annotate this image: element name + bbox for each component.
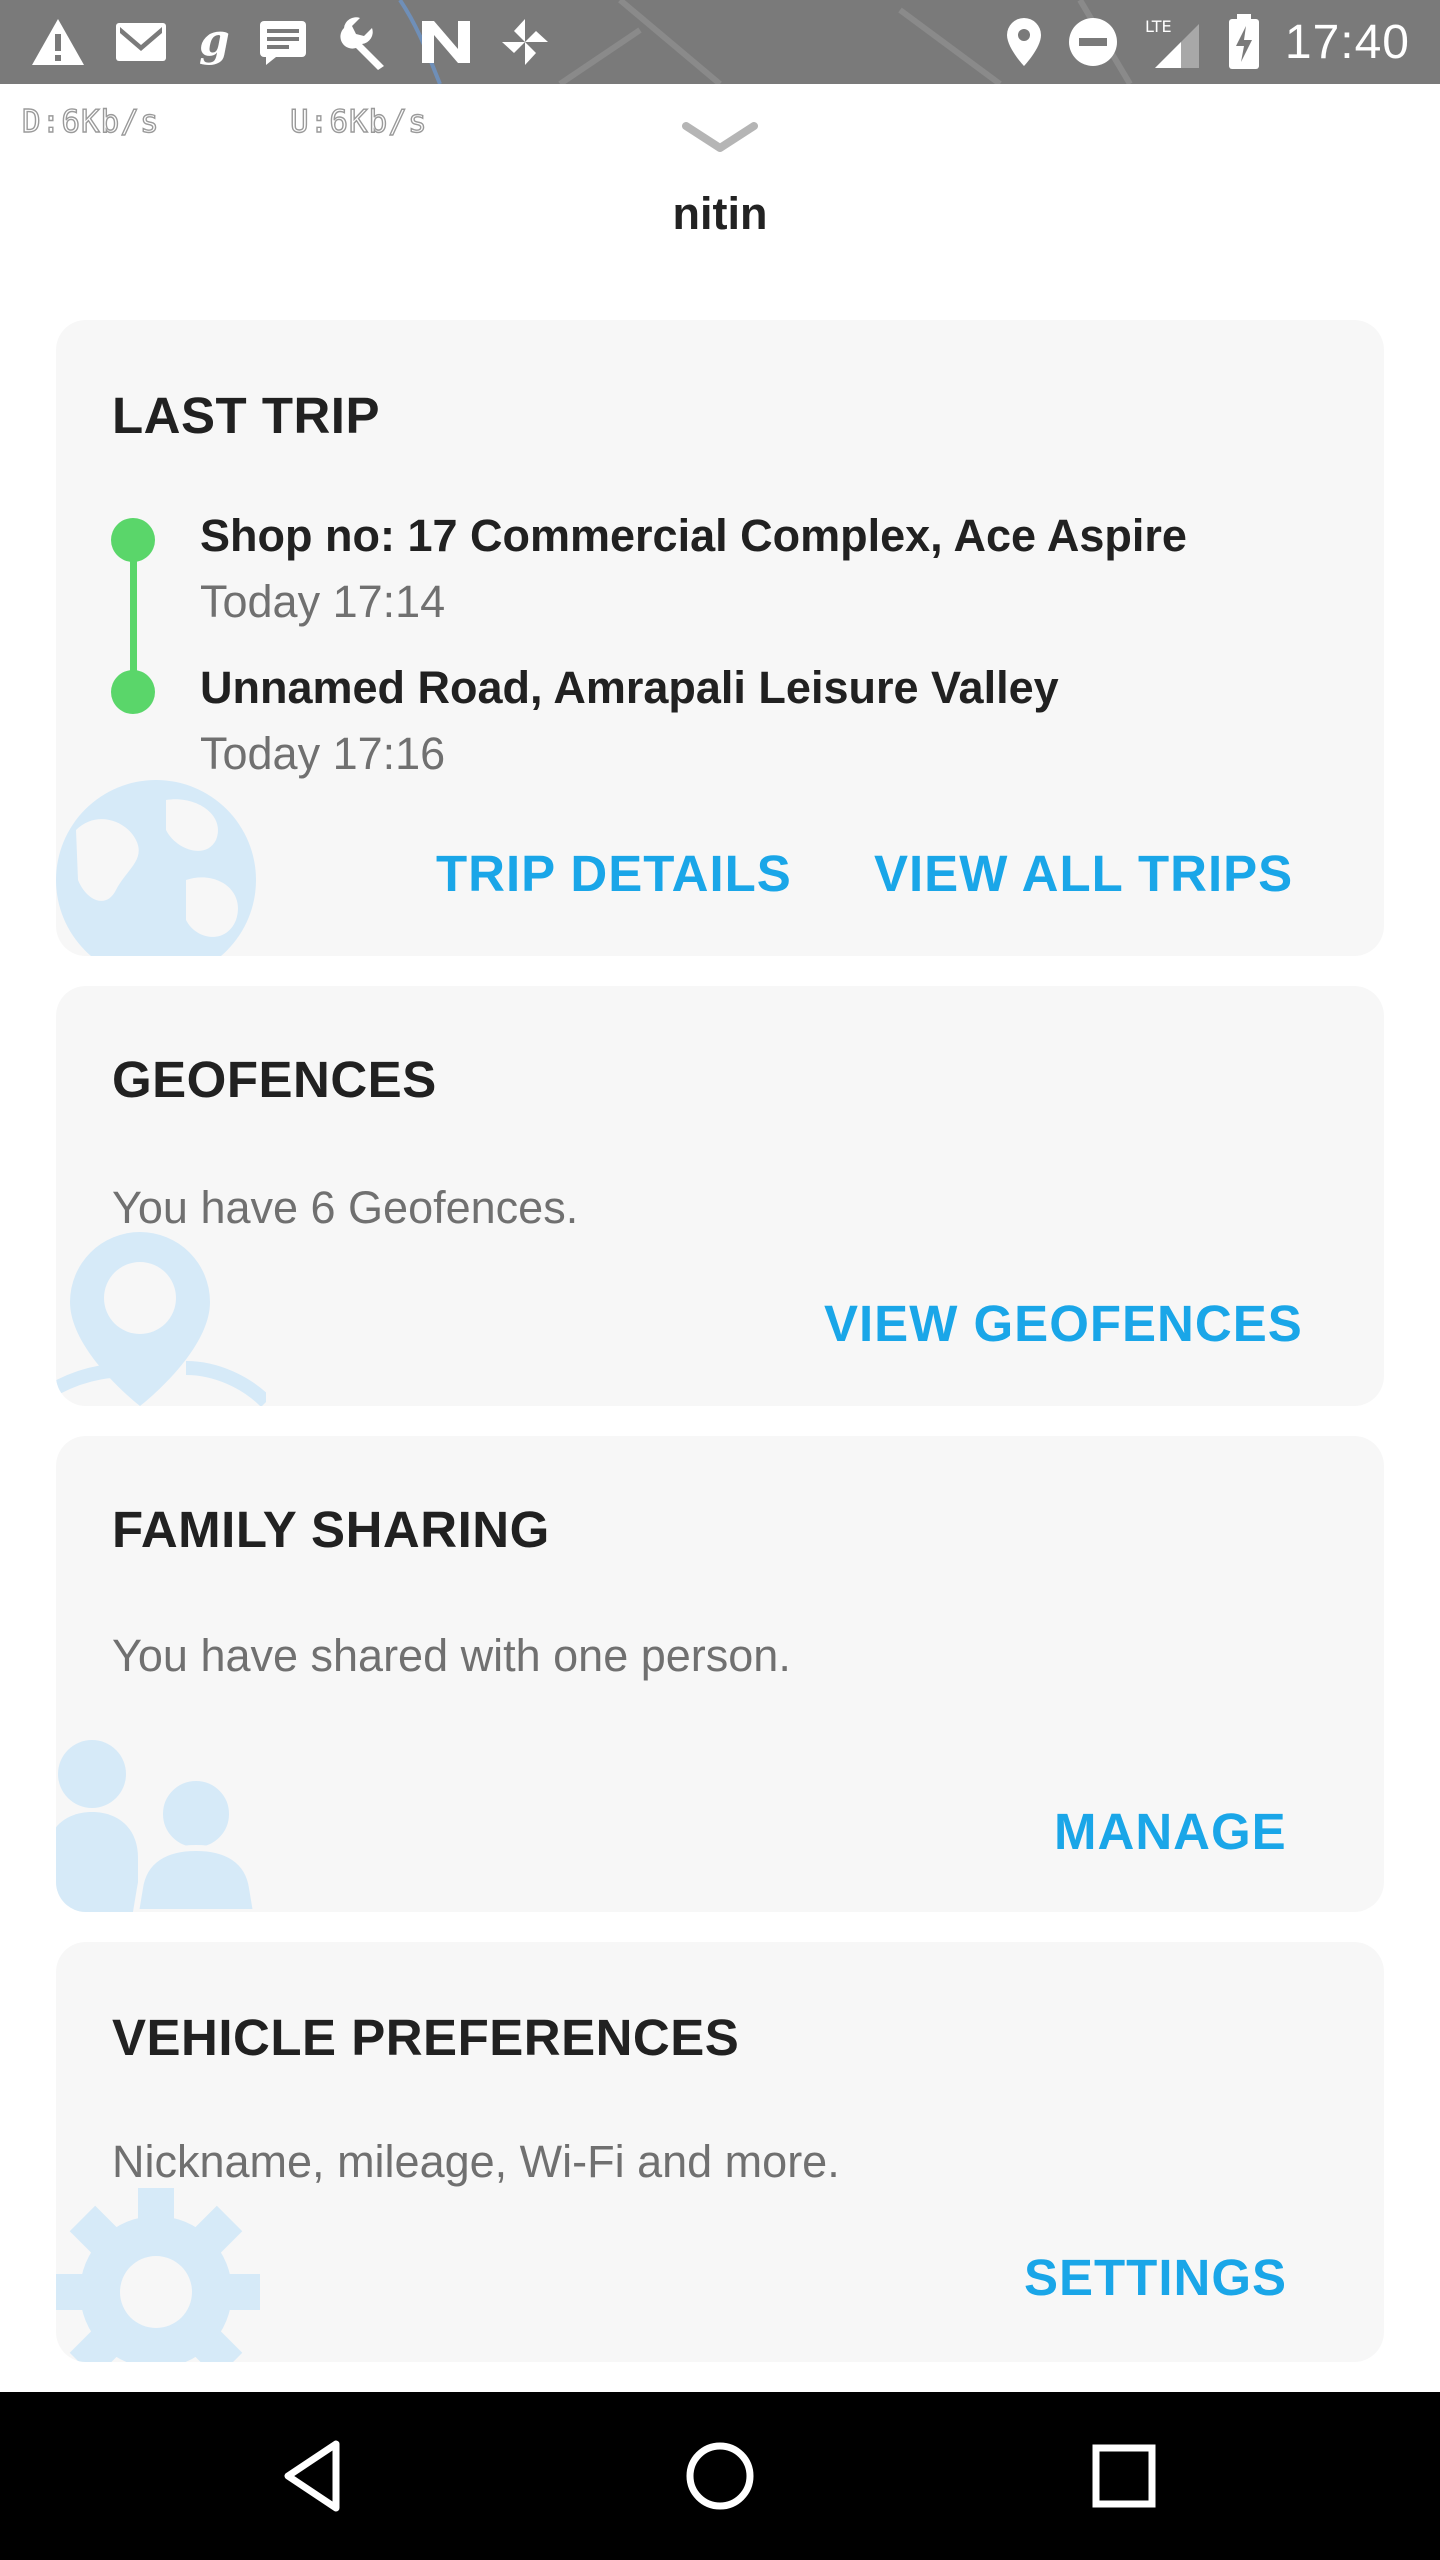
n-app-icon [420, 19, 472, 65]
trip-start-address: Shop no: 17 Commercial Complex, Ace Aspi… [200, 510, 1187, 561]
status-clock: 17:40 [1284, 15, 1410, 69]
download-speed: D:6Kb/s [21, 103, 160, 140]
message-icon [258, 19, 308, 65]
last-trip-card: LAST TRIP Shop no: 17 Commercial Complex… [56, 320, 1384, 956]
trip-end-address: Unnamed Road, Amrapali Leisure Valley [200, 662, 1059, 713]
wrench-icon [336, 14, 392, 70]
family-sharing-text: You have shared with one person. [112, 1630, 791, 1681]
settings-button[interactable]: SETTINGS [1024, 2248, 1287, 2307]
geofences-text: You have 6 Geofences. [112, 1182, 579, 1233]
trip-end-dot [111, 670, 155, 714]
trip-end-time: Today 17:16 [200, 728, 446, 779]
battery-charging-icon [1227, 14, 1261, 70]
last-trip-title: LAST TRIP [112, 387, 380, 444]
view-geofences-button[interactable]: VIEW GEOFENCES [824, 1294, 1303, 1353]
family-sharing-card: FAMILY SHARING You have shared with one … [56, 1436, 1384, 1912]
globe-icon [56, 780, 256, 956]
vehicle-preferences-title: VEHICLE PREFERENCES [112, 2009, 740, 2066]
geofences-title: GEOFENCES [112, 1051, 437, 1108]
gmail-icon [114, 21, 168, 63]
svg-text:g: g [199, 17, 230, 66]
view-all-trips-button[interactable]: VIEW ALL TRIPS [874, 844, 1293, 903]
chevron-down-icon[interactable] [680, 118, 760, 158]
upload-speed: U:6Kb/s [289, 103, 428, 140]
username-title: nitin [672, 188, 768, 239]
lte-signal-icon: LTE [1143, 14, 1203, 70]
do-not-disturb-icon [1067, 16, 1119, 68]
trip-details-button[interactable]: TRIP DETAILS [436, 844, 792, 903]
gear-icon [56, 2188, 260, 2362]
pinwheel-icon [500, 17, 550, 67]
geofences-card: GEOFENCES You have 6 Geofences. VIEW GEO… [56, 986, 1384, 1406]
manage-button[interactable]: MANAGE [1054, 1802, 1287, 1861]
status-bar: g LTE 17:40 [0, 0, 1440, 84]
home-icon[interactable] [680, 2436, 760, 2516]
family-sharing-title: FAMILY SHARING [112, 1501, 550, 1558]
people-icon [56, 1740, 260, 1912]
back-icon[interactable] [276, 2436, 356, 2516]
trip-start-time: Today 17:14 [200, 576, 446, 627]
location-pin-icon [1005, 16, 1043, 68]
vehicle-preferences-text: Nickname, mileage, Wi-Fi and more. [112, 2136, 840, 2187]
map-pin-icon [56, 1232, 266, 1406]
warning-icon [30, 17, 86, 67]
vehicle-preferences-card: VEHICLE PREFERENCES Nickname, mileage, W… [56, 1942, 1384, 2362]
svg-text:LTE: LTE [1145, 17, 1172, 36]
recents-icon[interactable] [1084, 2436, 1164, 2516]
navigation-bar [0, 2392, 1440, 2560]
trip-start-dot [111, 518, 155, 562]
g-app-icon: g [196, 17, 230, 67]
